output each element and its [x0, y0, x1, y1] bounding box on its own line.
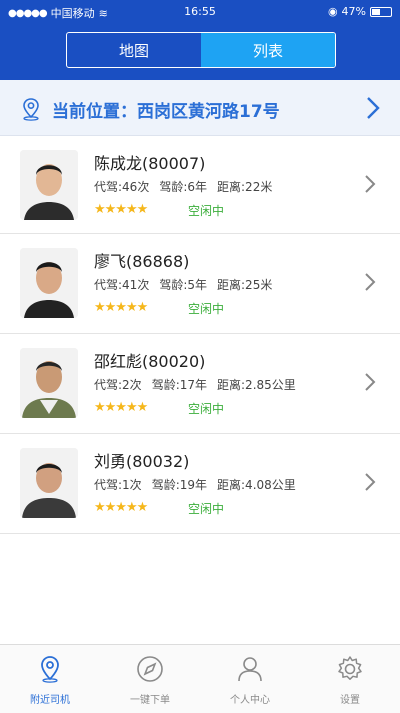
driver-trips: 代驾:1次	[94, 478, 142, 492]
location-label: 当前位置：	[52, 102, 137, 122]
driver-distance: 距离:25米	[217, 278, 273, 292]
view-mode-segmented-control: 地图 列表	[66, 32, 336, 68]
person-icon	[238, 657, 262, 682]
driver-experience: 驾龄:5年	[159, 278, 208, 292]
location-pin-icon	[23, 98, 39, 121]
chevron-right-icon	[365, 175, 376, 193]
driver-stats: 代驾:2次 驾龄:17年 距离:2.85公里	[94, 376, 296, 393]
star-rating: ★★★★★	[94, 400, 148, 415]
alarm-icon: ◉	[327, 5, 338, 18]
driver-list: 陈成龙(80007) 代驾:46次 驾龄:6年 距离:22米 ★★★★★ 空闲中…	[0, 136, 400, 534]
driver-list-item[interactable]: 陈成龙(80007) 代驾:46次 驾龄:6年 距离:22米 ★★★★★ 空闲中	[0, 136, 400, 234]
battery-percent: 47%	[341, 5, 366, 18]
driver-name: 邵红彪(80020)	[94, 352, 206, 371]
tab-settings[interactable]: 设置	[300, 645, 400, 713]
status-right: ◉ 47%	[328, 5, 392, 18]
driver-stats: 代驾:41次 驾龄:5年 距离:25米	[94, 276, 272, 293]
driver-status-badge: 空闲中	[188, 402, 225, 416]
tab-profile[interactable]: 个人中心	[200, 645, 300, 713]
current-location-bar[interactable]: 当前位置：西岗区黄河路17号	[0, 80, 400, 136]
chevron-right-icon	[367, 97, 380, 119]
gear-icon	[338, 656, 362, 680]
star-rating: ★★★★★	[94, 300, 148, 315]
chevron-right-icon	[365, 473, 376, 491]
tab-label: 个人中心	[230, 695, 270, 706]
driver-distance: 距离:22米	[217, 180, 273, 194]
location-address: 西岗区黄河路17号	[137, 102, 280, 122]
chevron-right-icon	[365, 273, 376, 291]
star-rating: ★★★★★	[94, 202, 148, 217]
driver-name: 刘勇(80032)	[94, 452, 190, 471]
driver-status-badge: 空闲中	[188, 502, 225, 516]
tab-label: 一键下单	[130, 695, 170, 706]
driver-trips: 代驾:46次	[94, 180, 150, 194]
driver-experience: 驾龄:6年	[159, 180, 208, 194]
status-bar: ●●●●● 中国移动 ≋ 16:55 ◉ 47%	[0, 0, 400, 24]
driver-distance: 距离:4.08公里	[217, 478, 296, 492]
app-header: ●●●●● 中国移动 ≋ 16:55 ◉ 47% 地图 列表	[0, 0, 400, 80]
battery-icon	[370, 6, 392, 17]
tab-label: 附近司机	[30, 695, 70, 706]
tab-list[interactable]: 列表	[201, 33, 335, 67]
driver-status-badge: 空闲中	[188, 204, 225, 218]
location-text: 当前位置：西岗区黄河路17号	[52, 97, 280, 122]
tab-map[interactable]: 地图	[67, 33, 201, 67]
star-rating: ★★★★★	[94, 500, 148, 515]
bottom-tab-bar: 附近司机 一键下单 个人中心 设置	[0, 644, 400, 713]
driver-name: 廖飞(86868)	[94, 252, 190, 271]
driver-avatar	[20, 448, 78, 518]
driver-name: 陈成龙(80007)	[94, 154, 206, 173]
chevron-right-icon	[365, 373, 376, 391]
driver-stats: 代驾:46次 驾龄:6年 距离:22米	[94, 178, 272, 195]
driver-avatar	[20, 150, 78, 220]
driver-list-item[interactable]: 邵红彪(80020) 代驾:2次 驾龄:17年 距离:2.85公里 ★★★★★ …	[0, 334, 400, 434]
driver-experience: 驾龄:19年	[151, 478, 208, 492]
driver-stats: 代驾:1次 驾龄:19年 距离:4.08公里	[94, 476, 296, 493]
tab-one-click-order[interactable]: 一键下单	[100, 645, 200, 713]
tab-label: 设置	[340, 695, 360, 706]
driver-distance: 距离:2.85公里	[217, 378, 296, 392]
driver-experience: 驾龄:17年	[151, 378, 208, 392]
tab-nearby-drivers[interactable]: 附近司机	[0, 645, 100, 713]
driver-trips: 代驾:2次	[94, 378, 142, 392]
driver-trips: 代驾:41次	[94, 278, 150, 292]
driver-avatar	[20, 248, 78, 318]
driver-list-item[interactable]: 廖飞(86868) 代驾:41次 驾龄:5年 距离:25米 ★★★★★ 空闲中	[0, 234, 400, 334]
driver-list-item[interactable]: 刘勇(80032) 代驾:1次 驾龄:19年 距离:4.08公里 ★★★★★ 空…	[0, 434, 400, 534]
compass-icon	[137, 656, 163, 682]
driver-avatar	[20, 348, 78, 418]
driver-status-badge: 空闲中	[188, 302, 225, 316]
location-pin-icon	[41, 656, 59, 683]
